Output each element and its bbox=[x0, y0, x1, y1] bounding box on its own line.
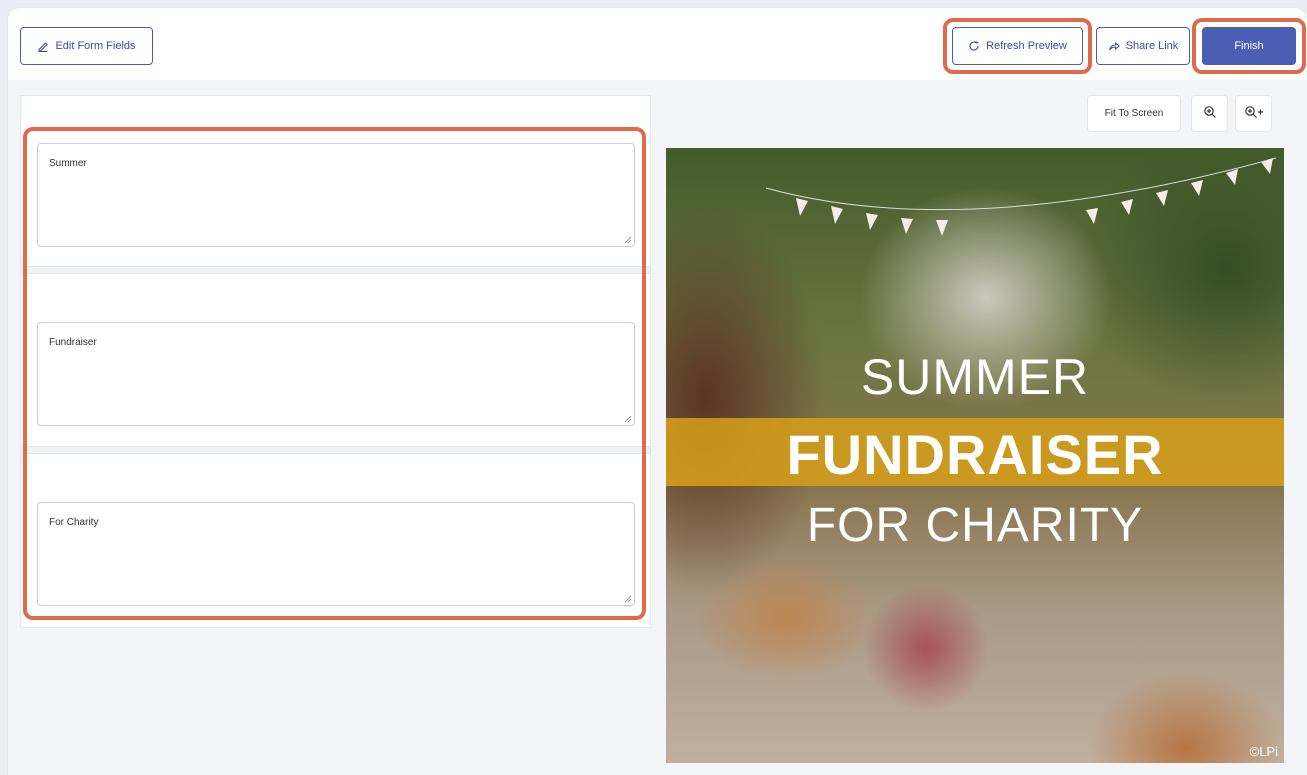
flyer-title-line1: SUMMER bbox=[860, 349, 1090, 405]
field-divider bbox=[21, 446, 650, 454]
field-divider bbox=[21, 266, 650, 274]
flyer-preview: SUMMER FUNDRAISER FOR CHARITY ©LPi bbox=[666, 148, 1284, 763]
text-field-line2[interactable]: Fundraiser bbox=[37, 322, 635, 426]
fit-to-screen-button[interactable]: Fit To Screen bbox=[1087, 95, 1181, 132]
form-fields-panel: Summer Fundraiser For Charity bbox=[20, 95, 651, 628]
bunting-decoration bbox=[765, 157, 1277, 236]
refresh-preview-label: Refresh Preview bbox=[986, 40, 1067, 52]
app-window: Edit Form Fields Refresh Preview Share L… bbox=[8, 8, 1307, 775]
fit-to-screen-label: Fit To Screen bbox=[1104, 108, 1164, 119]
share-link-label: Share Link bbox=[1125, 40, 1179, 52]
text-field-line3-value: For Charity bbox=[49, 517, 99, 528]
top-toolbar: Edit Form Fields Refresh Preview Share L… bbox=[8, 8, 1307, 80]
field-block-1: Summer bbox=[21, 96, 650, 266]
resize-handle-icon[interactable] bbox=[624, 415, 632, 423]
flyer-title-line2: FUNDRAISER bbox=[786, 423, 1164, 486]
refresh-icon bbox=[968, 40, 980, 52]
edit-form-fields-button[interactable]: Edit Form Fields bbox=[20, 27, 153, 65]
finish-button[interactable]: Finish bbox=[1202, 27, 1296, 65]
zoom-in-button[interactable] bbox=[1191, 95, 1228, 132]
refresh-preview-button[interactable]: Refresh Preview bbox=[952, 27, 1083, 65]
edit-form-fields-label: Edit Form Fields bbox=[55, 40, 136, 52]
share-link-button[interactable]: Share Link bbox=[1096, 27, 1190, 65]
text-field-line2-value: Fundraiser bbox=[49, 337, 97, 348]
zoom-in-plus-icon bbox=[1244, 105, 1264, 122]
flyer-title-line3: FOR CHARITY bbox=[806, 499, 1144, 552]
zoom-in-plus-button[interactable] bbox=[1235, 95, 1272, 132]
share-icon bbox=[1108, 40, 1120, 52]
field-block-2: Fundraiser bbox=[21, 274, 650, 446]
resize-handle-icon[interactable] bbox=[624, 236, 632, 244]
copyright-notice: ©LPi bbox=[1249, 744, 1278, 759]
text-field-line3[interactable]: For Charity bbox=[37, 502, 635, 606]
finish-label: Finish bbox=[1234, 40, 1264, 52]
field-block-3: For Charity bbox=[21, 454, 650, 626]
text-field-line1-value: Summer bbox=[49, 158, 87, 169]
pencil-icon bbox=[37, 40, 49, 52]
zoom-in-icon bbox=[1203, 105, 1217, 122]
resize-handle-icon[interactable] bbox=[624, 595, 632, 603]
text-field-line1[interactable]: Summer bbox=[37, 143, 635, 247]
